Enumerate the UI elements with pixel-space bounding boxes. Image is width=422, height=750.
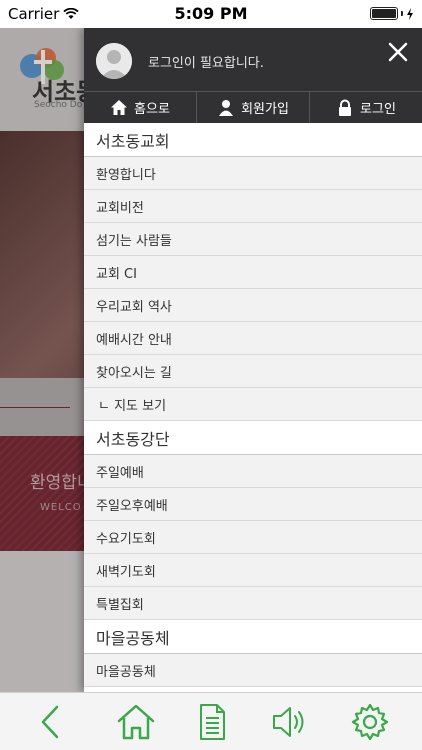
settings-button[interactable] xyxy=(350,702,390,742)
home-tab-button[interactable] xyxy=(116,702,156,742)
login-button-label: 로그인 xyxy=(360,102,396,117)
sound-button[interactable] xyxy=(270,702,310,742)
user-avatar-icon xyxy=(96,43,132,79)
home-button[interactable]: 홈으로 xyxy=(84,92,197,123)
menu-item-map[interactable]: ㄴ 지도 보기 xyxy=(84,388,422,421)
bottom-toolbar xyxy=(0,692,422,750)
signup-button-label: 회원가입 xyxy=(241,102,289,117)
drawer-menu: 서초동교회 환영합니다 교회비전 섬기는 사람들 교회 CI 우리교회 역사 예… xyxy=(84,123,422,687)
menu-item-worship-times[interactable]: 예배시간 안내 xyxy=(84,322,422,355)
menu-item-dawn-prayer[interactable]: 새벽기도회 xyxy=(84,554,422,587)
home-icon xyxy=(117,704,155,740)
menu-item-directions[interactable]: 찾아오시는 길 xyxy=(84,355,422,388)
person-icon xyxy=(219,99,234,116)
home-icon xyxy=(111,99,128,115)
home-button-label: 홈으로 xyxy=(134,102,170,117)
side-drawer: 로그인이 필요합니다. 홈으로 회원가입 로그인 서초동교회 환영합니다 교회비… xyxy=(84,28,422,692)
login-button[interactable]: 로그인 xyxy=(310,92,422,123)
lock-icon xyxy=(339,99,352,116)
document-icon xyxy=(200,704,225,740)
menu-item-wednesday-prayer[interactable]: 수요기도회 xyxy=(84,521,422,554)
status-bar: Carrier 5:09 PM xyxy=(0,0,422,28)
back-icon xyxy=(41,705,59,739)
menu-item-sunday-service[interactable]: 주일예배 xyxy=(84,455,422,488)
menu-item-staff[interactable]: 섬기는 사람들 xyxy=(84,223,422,256)
drawer-header: 로그인이 필요합니다. xyxy=(84,28,422,91)
menu-item-history[interactable]: 우리교회 역사 xyxy=(84,289,422,322)
document-button[interactable] xyxy=(192,702,232,742)
avatar[interactable] xyxy=(96,43,132,79)
battery-icon xyxy=(370,7,414,20)
login-message: 로그인이 필요합니다. xyxy=(148,56,264,71)
menu-item-vision[interactable]: 교회비전 xyxy=(84,190,422,223)
speaker-icon xyxy=(273,707,304,737)
menu-item-community[interactable]: 마을공동체 xyxy=(84,654,422,687)
menu-item-special-meeting[interactable]: 특별집회 xyxy=(84,587,422,620)
menu-item-church-ci[interactable]: 교회 CI xyxy=(84,256,422,289)
close-icon[interactable] xyxy=(386,40,410,64)
charging-icon xyxy=(407,7,413,20)
settings-icon xyxy=(351,703,389,741)
menu-section-pulpit[interactable]: 서초동강단 xyxy=(84,421,422,455)
menu-item-welcome[interactable]: 환영합니다 xyxy=(84,157,422,190)
menu-section-community[interactable]: 마을공동체 xyxy=(84,620,422,654)
menu-section-seocho-church[interactable]: 서초동교회 xyxy=(84,123,422,157)
drawer-nav: 홈으로 회원가입 로그인 xyxy=(84,91,422,123)
signup-button[interactable]: 회원가입 xyxy=(197,92,310,123)
back-button[interactable] xyxy=(31,702,71,742)
status-time: 5:09 PM xyxy=(174,4,248,23)
menu-item-sunday-afternoon[interactable]: 주일오후예배 xyxy=(84,488,422,521)
